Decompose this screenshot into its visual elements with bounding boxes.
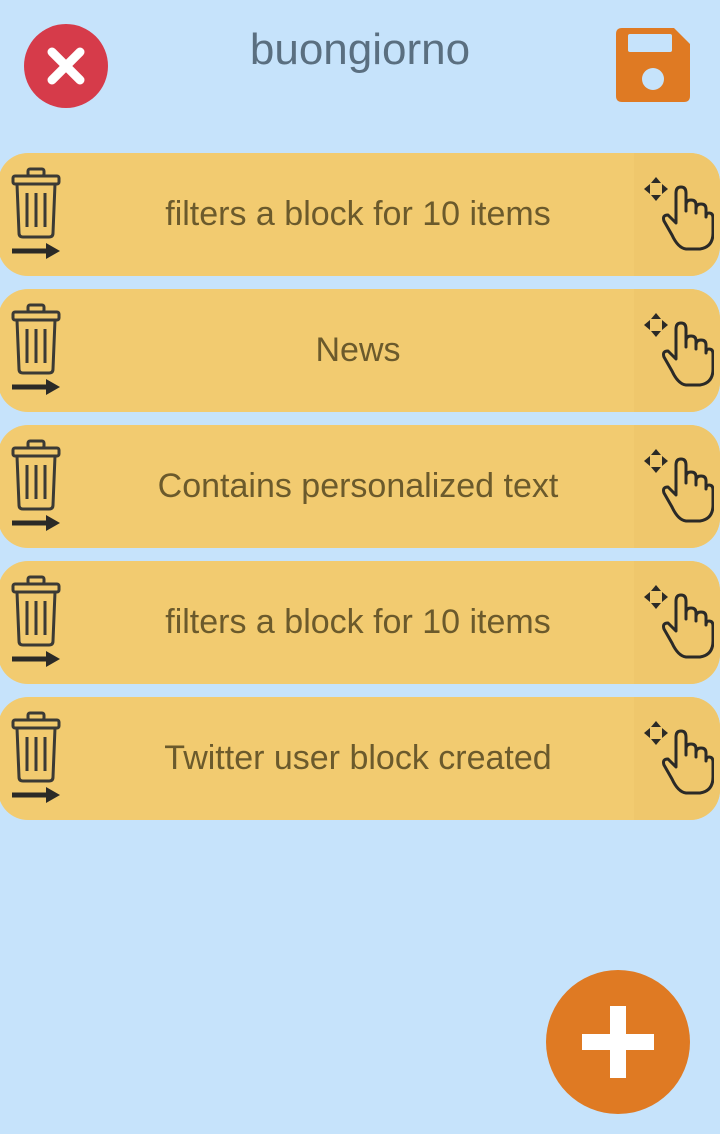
list-item[interactable]: Contains personalized text xyxy=(0,425,720,548)
trash-icon xyxy=(11,575,61,667)
trash-icon xyxy=(11,711,61,803)
list-item[interactable]: Twitter user block created xyxy=(0,697,720,820)
drag-hand-icon xyxy=(644,313,714,387)
item-label: filters a block for 10 items xyxy=(165,195,551,233)
delete-button[interactable] xyxy=(8,575,68,673)
save-button[interactable] xyxy=(614,26,692,104)
delete-button[interactable] xyxy=(8,439,68,537)
floppy-disk-icon xyxy=(616,28,690,102)
close-button[interactable] xyxy=(24,24,108,108)
drag-hand-icon xyxy=(644,721,714,795)
drag-handle[interactable] xyxy=(634,561,720,684)
item-label: filters a block for 10 items xyxy=(165,603,551,641)
page-title: buongiorno xyxy=(249,25,471,74)
block-list: filters a block for 10 items News Contai… xyxy=(0,153,720,833)
drag-hand-icon xyxy=(644,177,714,251)
delete-button[interactable] xyxy=(8,303,68,401)
item-label: Contains personalized text xyxy=(157,467,559,505)
plus-icon xyxy=(582,1006,654,1078)
drag-hand-icon xyxy=(644,585,714,659)
drag-handle[interactable] xyxy=(634,697,720,820)
delete-button[interactable] xyxy=(8,711,68,809)
close-icon xyxy=(47,47,85,85)
drag-handle[interactable] xyxy=(634,425,720,548)
trash-icon xyxy=(11,439,61,531)
list-item[interactable]: News xyxy=(0,289,720,412)
drag-handle[interactable] xyxy=(634,153,720,276)
add-block-button[interactable] xyxy=(546,970,690,1114)
top-bar: buongiorno xyxy=(0,0,720,130)
item-label: Twitter user block created xyxy=(164,739,552,777)
list-item[interactable]: filters a block for 10 items xyxy=(0,561,720,684)
list-item[interactable]: filters a block for 10 items xyxy=(0,153,720,276)
drag-handle[interactable] xyxy=(634,289,720,412)
delete-button[interactable] xyxy=(8,167,68,265)
drag-hand-icon xyxy=(644,449,714,523)
trash-icon xyxy=(11,303,61,395)
item-label: News xyxy=(315,331,401,369)
trash-icon xyxy=(11,167,61,259)
